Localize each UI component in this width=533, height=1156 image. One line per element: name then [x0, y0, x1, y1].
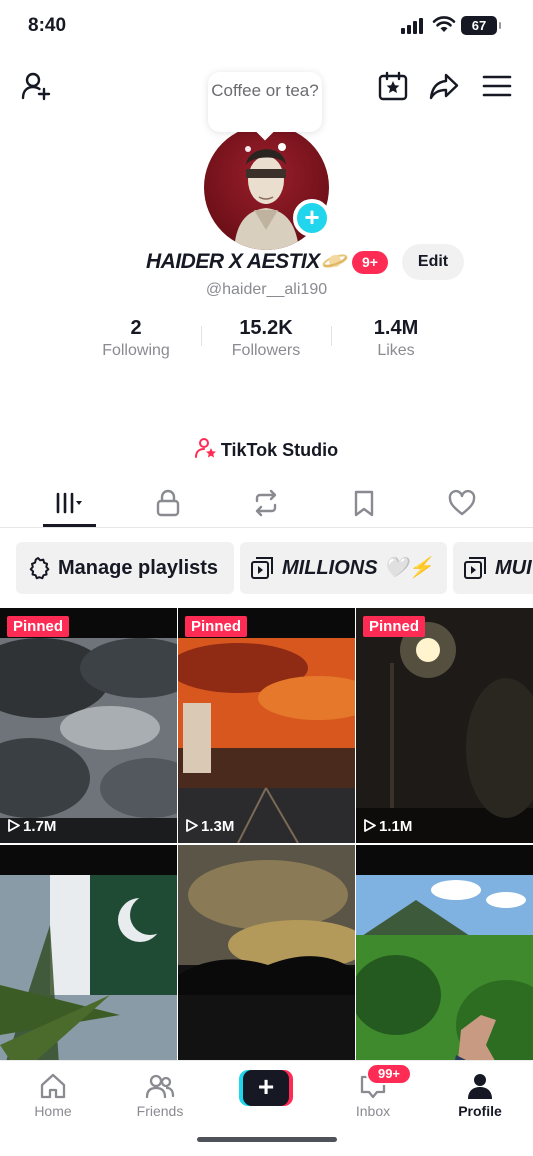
video-thumbnail[interactable]: Pinned 1.3M [178, 608, 355, 843]
likes-stat[interactable]: 1.4M Likes [331, 316, 461, 360]
playlist-icon [464, 557, 486, 579]
likes-count: 1.4M [373, 317, 419, 339]
following-count: 2 [130, 317, 142, 339]
manage-playlists-label: Manage playlists [58, 557, 219, 579]
playlists-row: Manage playlists MILLIONS 🤍⚡ MUI [16, 542, 533, 594]
video-thumbnail-image [178, 608, 355, 843]
status-bar: 8:40 67 [0, 0, 533, 52]
nav-friends-label: Friends [136, 1103, 184, 1119]
tab-reposts[interactable] [251, 488, 281, 518]
view-count-label: 1.7M [23, 818, 57, 835]
play-icon [364, 819, 376, 832]
following-stat[interactable]: 2 Following [71, 316, 201, 360]
view-count: 1.7M [8, 818, 56, 835]
nav-home-label: Home [34, 1103, 72, 1119]
video-thumbnail[interactable] [356, 845, 533, 1080]
videos-icon [56, 492, 82, 514]
video-thumbnail-image [178, 845, 355, 1080]
add-friend-icon[interactable] [20, 70, 52, 102]
video-thumbnail[interactable]: Pinned 1.7M [0, 608, 177, 843]
inbox-badge: 99+ [366, 1063, 412, 1085]
pinned-badge: Pinned [7, 616, 70, 637]
video-thumbnail-image [0, 608, 177, 843]
followers-stat[interactable]: 15.2K Followers [201, 316, 331, 360]
video-thumbnail-image [356, 845, 533, 1080]
play-icon [186, 819, 198, 832]
active-tab-indicator [43, 524, 96, 527]
playlist-label: MUI [495, 557, 532, 579]
following-label: Following [102, 342, 170, 359]
tab-videos[interactable] [53, 488, 83, 518]
friends-icon [145, 1074, 175, 1099]
menu-icon[interactable] [481, 70, 513, 102]
bookmark-icon [354, 490, 374, 517]
view-count-label: 1.1M [379, 818, 413, 835]
profile-tabs [0, 478, 533, 528]
home-indicator [197, 1137, 337, 1142]
display-name: HAIDER X AESTIX [146, 250, 320, 273]
playlist-item[interactable]: MUI [453, 542, 533, 594]
view-count: 1.1M [364, 818, 412, 835]
likes-label: Likes [377, 342, 415, 359]
share-icon[interactable] [428, 70, 460, 102]
nav-profile-label: Profile [458, 1103, 502, 1119]
notification-badge[interactable]: 9+ [352, 251, 388, 274]
studio-person-icon [194, 438, 216, 458]
home-icon [40, 1073, 66, 1099]
tiktok-studio-link[interactable]: TikTok Studio [0, 437, 533, 461]
nav-friends[interactable]: Friends [120, 1071, 200, 1119]
manage-playlists-button[interactable]: Manage playlists [16, 542, 234, 594]
video-thumbnail[interactable] [0, 845, 177, 1080]
studio-label: TikTok Studio [220, 440, 339, 460]
nav-inbox-label: Inbox [355, 1103, 391, 1119]
username-handle: @haider__ali190 [205, 281, 328, 298]
tab-liked[interactable] [447, 488, 477, 518]
video-thumbnail[interactable]: Pinned 1.1M [356, 608, 533, 843]
followers-count: 15.2K [239, 317, 293, 339]
add-avatar-button[interactable]: + [293, 199, 331, 237]
playlist-label: MILLIONS 🤍⚡ [282, 557, 433, 579]
status-bubble[interactable]: Coffee or tea? [208, 72, 322, 132]
create-button[interactable]: + [239, 1070, 293, 1106]
play-icon [8, 819, 20, 832]
view-count: 1.3M [186, 818, 234, 835]
repost-icon [255, 489, 277, 517]
calendar-star-icon[interactable] [377, 70, 409, 102]
pinned-badge: Pinned [185, 616, 248, 637]
pinned-badge: Pinned [363, 616, 426, 637]
nav-home[interactable]: Home [13, 1071, 93, 1119]
video-thumbnail-image [0, 845, 177, 1080]
status-time: 8:40 [28, 15, 67, 36]
ringed-planet-icon [322, 254, 348, 268]
nav-profile[interactable]: Profile [440, 1071, 520, 1119]
followers-label: Followers [231, 342, 301, 359]
tab-favorites[interactable] [349, 488, 379, 518]
profile-icon [468, 1074, 492, 1099]
playlist-icon [251, 557, 273, 579]
view-count-label: 1.3M [201, 818, 235, 835]
edit-profile-button[interactable]: Edit [402, 244, 464, 280]
gear-icon [29, 557, 50, 580]
video-thumbnail[interactable] [178, 845, 355, 1080]
signal-icon [401, 18, 423, 34]
heart-icon [448, 489, 476, 516]
battery-indicator: 67 [461, 16, 501, 35]
lock-icon [156, 489, 180, 517]
wifi-icon [432, 16, 456, 32]
plus-icon: + [243, 1070, 289, 1106]
playlist-item[interactable]: MILLIONS 🤍⚡ [240, 542, 447, 594]
video-thumbnail-image [356, 608, 533, 843]
tab-private[interactable] [153, 488, 183, 518]
